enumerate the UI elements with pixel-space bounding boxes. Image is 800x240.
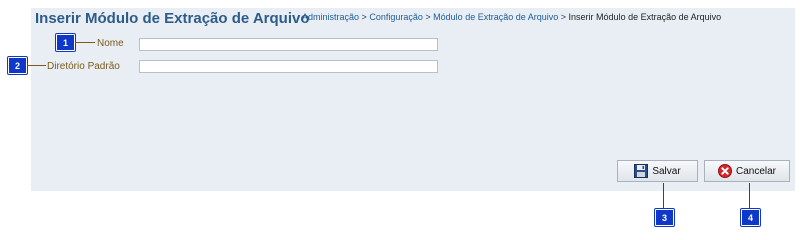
cancel-icon bbox=[717, 164, 732, 178]
diretorio-padrao-label: Diretório Padrão bbox=[47, 61, 120, 72]
nome-label: Nome bbox=[97, 38, 124, 49]
breadcrumb-separator: > bbox=[425, 12, 431, 22]
breadcrumb-separator: > bbox=[560, 12, 567, 22]
callout-3: 3 bbox=[655, 209, 674, 226]
callout-1: 1 bbox=[56, 34, 75, 51]
cancel-button-label: Cancelar bbox=[735, 165, 777, 177]
callout-2: 2 bbox=[8, 57, 27, 74]
breadcrumb-current: Inserir Módulo de Extração de Arquivo bbox=[568, 12, 722, 22]
callout-3-leader bbox=[663, 183, 664, 210]
floppy-disk-icon bbox=[634, 164, 649, 178]
breadcrumb-item-configuracao[interactable]: Configuração bbox=[369, 12, 423, 22]
breadcrumb-item-modulo-extracao[interactable]: Módulo de Extração de Arquivo bbox=[433, 12, 558, 22]
callout-4-leader bbox=[749, 183, 750, 210]
breadcrumb-item-administracao[interactable]: Administração bbox=[302, 12, 359, 22]
nome-input[interactable] bbox=[139, 38, 438, 51]
callout-1-leader bbox=[75, 42, 95, 43]
save-button-label: Salvar bbox=[652, 165, 681, 177]
breadcrumb: Administração > Configuração > Módulo de… bbox=[302, 12, 721, 22]
callout-2-leader bbox=[27, 65, 46, 66]
cancel-button[interactable]: Cancelar bbox=[704, 160, 790, 182]
breadcrumb-separator: > bbox=[361, 12, 367, 22]
callout-4: 4 bbox=[741, 209, 760, 226]
diretorio-padrao-input[interactable] bbox=[139, 60, 438, 73]
save-button[interactable]: Salvar bbox=[617, 160, 698, 182]
page-title: Inserir Módulo de Extração de Arquivo bbox=[35, 10, 310, 27]
